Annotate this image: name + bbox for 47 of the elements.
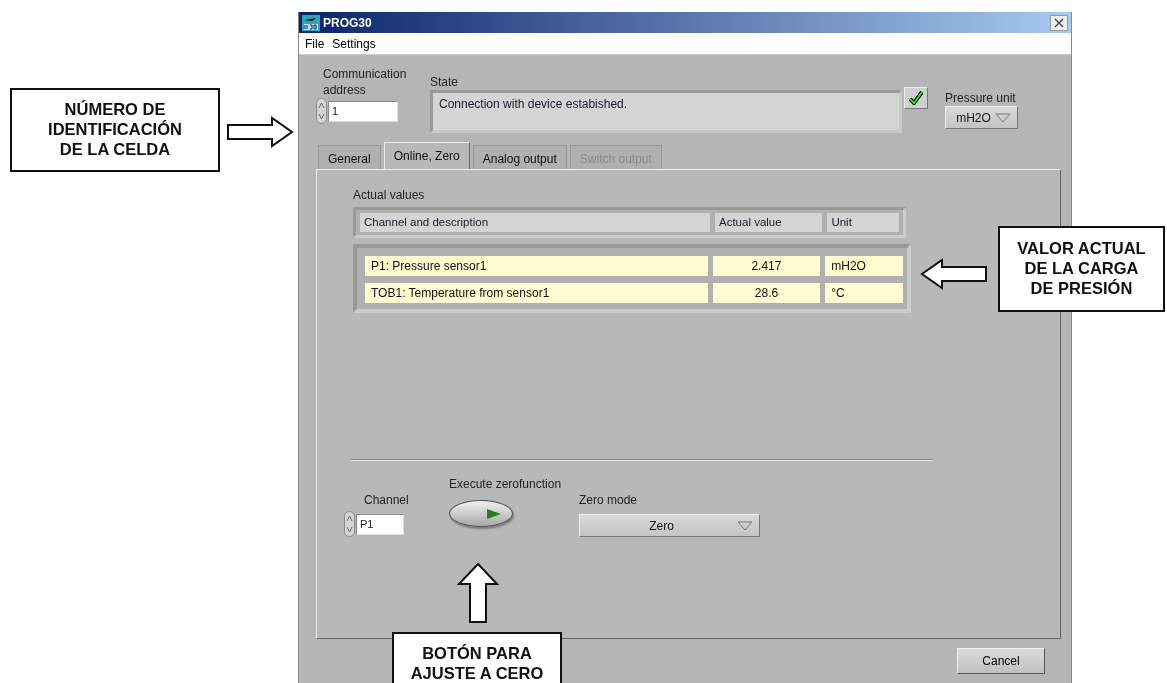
- status-message: Connection with device estabished.: [430, 90, 902, 133]
- channel-field[interactable]: P1: [356, 513, 404, 535]
- status-ok-button[interactable]: [904, 87, 928, 109]
- spinner-arrows-icon[interactable]: [344, 511, 355, 537]
- callout-label: NÚMERO DE IDENTIFICACIÓN DE LA CELDA: [10, 88, 220, 172]
- window-title: PROG30: [323, 14, 372, 32]
- close-button[interactable]: [1050, 14, 1068, 31]
- play-icon: [486, 507, 502, 520]
- table-cell: P1: Pressure sensor1: [365, 256, 708, 276]
- dropdown-value: mH2O: [955, 109, 992, 127]
- tab[interactable]: General: [318, 145, 381, 169]
- dropdown-value: Zero: [648, 517, 675, 535]
- field-label: Channel: [364, 493, 410, 508]
- spinner-arrows-icon[interactable]: [316, 98, 327, 125]
- app-icon: [302, 14, 320, 31]
- cancel-button[interactable]: Cancel: [957, 648, 1045, 674]
- field-label: Pressure unit: [945, 91, 1017, 106]
- field-label: Communication address: [323, 67, 408, 99]
- menu-item[interactable]: Settings: [332, 34, 376, 53]
- callout-label: VALOR ACTUAL DE LA CARGA DE PRESIÓN: [998, 226, 1165, 312]
- table-cell: 28.6: [712, 283, 821, 303]
- table-cell: °C: [825, 283, 903, 303]
- tab[interactable]: Online, Zero: [383, 142, 470, 169]
- check-icon: [909, 91, 923, 105]
- callout-arrow: [920, 258, 988, 290]
- callout-arrow: [226, 116, 294, 148]
- table-cell: mH2O: [825, 256, 903, 276]
- table-cell: TOB1: Temperature from sensor1: [365, 283, 708, 303]
- section-title: Actual values: [353, 188, 426, 203]
- execute-zero-button[interactable]: [449, 500, 513, 527]
- callout-label: BOTÓN PARA AJUSTE A CERO: [392, 632, 562, 683]
- table-cell: 2.417: [712, 256, 821, 276]
- dropdown-arrow-icon: [995, 112, 1011, 123]
- close-icon: [1054, 17, 1064, 28]
- column-header: Unit: [827, 213, 899, 232]
- zero-mode-dropdown[interactable]: Zero: [579, 514, 760, 537]
- address-field[interactable]: 1: [328, 100, 398, 122]
- menu-item[interactable]: File: [305, 34, 325, 53]
- dropdown-arrow-icon: [737, 520, 753, 531]
- field-label: State: [430, 75, 460, 90]
- tab[interactable]: Analog output: [472, 145, 567, 169]
- field-label: Zero mode: [579, 493, 639, 508]
- column-header: Channel and description: [360, 213, 710, 232]
- column-header: Actual value: [714, 213, 823, 232]
- pressure-unit-dropdown[interactable]: mH2O: [945, 106, 1018, 129]
- field-label: Execute zerofunction: [449, 477, 563, 492]
- callout-arrow: [456, 562, 500, 624]
